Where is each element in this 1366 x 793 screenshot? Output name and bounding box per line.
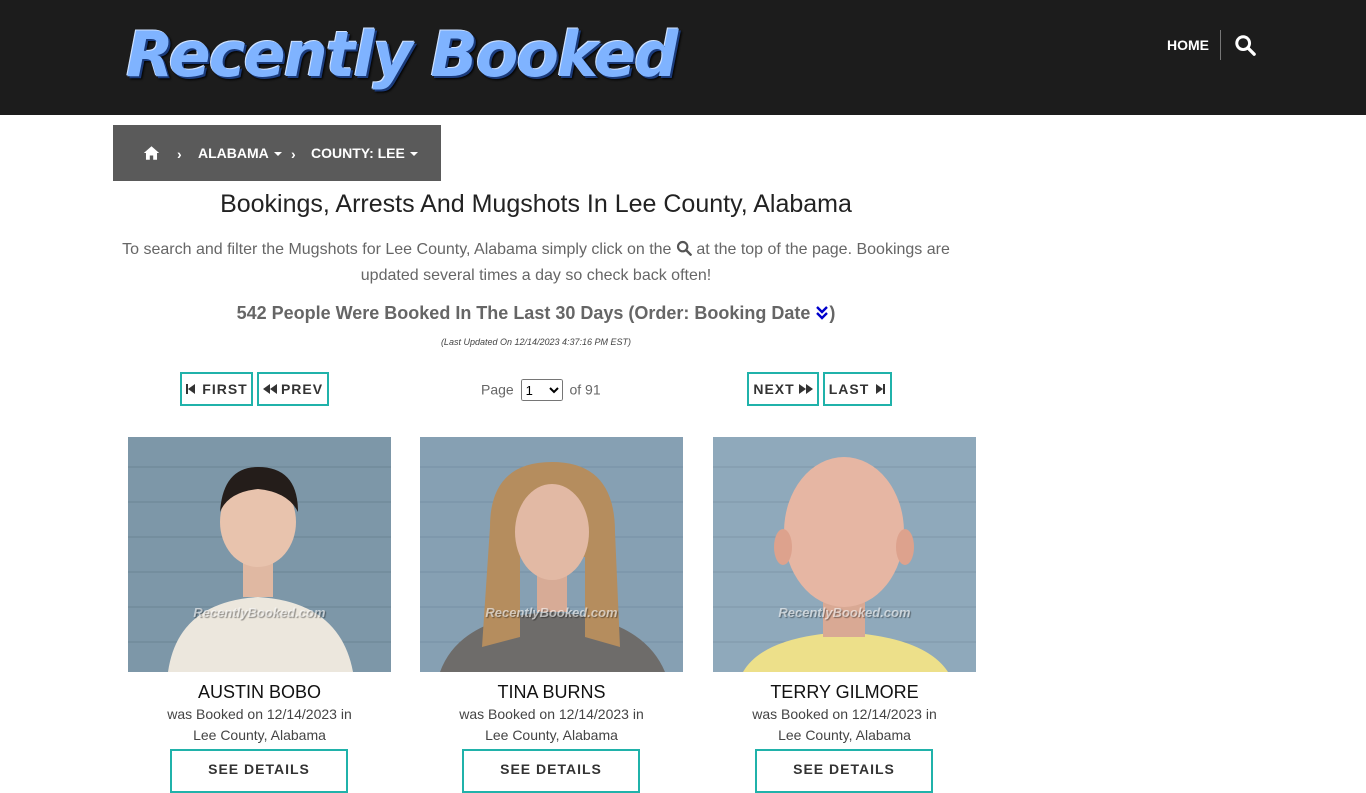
sort-descending-icon[interactable] (815, 305, 829, 321)
person-name[interactable]: TERRY GILMORE (713, 682, 976, 703)
prev-page-button[interactable]: PREV (257, 372, 329, 406)
mugshot-photo[interactable]: RecentlyBooked.com (420, 437, 683, 672)
last-label: LAST (828, 381, 870, 397)
mugshot-image (128, 437, 391, 672)
intro-text: To search and filter the Mugshots for Le… (113, 237, 959, 289)
booking-card[interactable]: RecentlyBooked.com TERRY GILMORE was Boo… (713, 437, 976, 793)
see-details-button[interactable]: SEE DETAILS (170, 749, 348, 793)
watermark: RecentlyBooked.com (778, 605, 911, 620)
fast-forward-icon (798, 384, 813, 394)
booked-location: Lee County, Alabama (485, 727, 618, 743)
booking-count-text: 542 People Were Booked In The Last 30 Da… (236, 303, 811, 323)
watermark: RecentlyBooked.com (485, 605, 618, 620)
nav-home-link[interactable]: HOME (1167, 37, 1209, 53)
caret-down-icon (409, 152, 418, 157)
mugshot-image (420, 437, 683, 672)
mugshot-image (713, 437, 976, 672)
last-page-icon (876, 384, 886, 394)
booking-count: 542 People Were Booked In The Last 30 Da… (113, 303, 959, 324)
site-logo[interactable]: Recently Booked (126, 18, 678, 91)
next-page-button[interactable]: NEXT (747, 372, 819, 406)
last-page-button[interactable]: LAST (823, 372, 892, 406)
see-details-button[interactable]: SEE DETAILS (462, 749, 640, 793)
caret-down-icon (273, 152, 282, 157)
page-label: Page (481, 381, 514, 398)
chevron-right-icon: › (177, 146, 182, 162)
mugshot-photo[interactable]: RecentlyBooked.com (128, 437, 391, 672)
nav-divider (1220, 30, 1221, 60)
booking-count-close: ) (829, 303, 836, 323)
booked-location: Lee County, Alabama (778, 727, 911, 743)
site-header: Recently Booked HOME (0, 0, 1366, 115)
page-title: Bookings, Arrests And Mugshots In Lee Co… (220, 190, 852, 218)
booked-line: was Booked on 12/14/2023 in (752, 706, 937, 722)
mugshot-photo[interactable]: RecentlyBooked.com (713, 437, 976, 672)
breadcrumb-county-label: COUNTY: LEE (311, 145, 405, 161)
breadcrumb: › ALABAMA › COUNTY: LEE (113, 125, 441, 181)
first-label: FIRST (202, 381, 248, 397)
last-updated: (Last Updated On 12/14/2023 4:37:16 PM E… (440, 337, 632, 347)
intro-part1: To search and filter the Mugshots for Le… (122, 241, 672, 258)
booking-card[interactable]: RecentlyBooked.com AUSTIN BOBO was Booke… (128, 437, 391, 793)
person-name[interactable]: AUSTIN BOBO (128, 682, 391, 703)
chevron-right-icon: › (291, 146, 296, 162)
page-total: of 91 (569, 381, 601, 398)
booked-line: was Booked on 12/14/2023 in (459, 706, 644, 722)
breadcrumb-state[interactable]: ALABAMA (198, 145, 282, 161)
prev-label: PREV (280, 381, 324, 397)
page-selector: Page 1 of 91 (481, 379, 601, 401)
booking-card[interactable]: RecentlyBooked.com TINA BURNS was Booked… (420, 437, 683, 793)
rewind-icon (262, 384, 277, 394)
search-icon[interactable] (1234, 34, 1256, 56)
see-details-button[interactable]: SEE DETAILS (755, 749, 933, 793)
search-icon (676, 240, 692, 256)
first-page-button[interactable]: FIRST (180, 372, 253, 406)
booked-line: was Booked on 12/14/2023 in (167, 706, 352, 722)
booked-location: Lee County, Alabama (193, 727, 326, 743)
first-page-icon (186, 384, 196, 394)
next-label: NEXT (753, 381, 795, 397)
breadcrumb-county[interactable]: COUNTY: LEE (311, 145, 418, 161)
person-name[interactable]: TINA BURNS (420, 682, 683, 703)
breadcrumb-state-label: ALABAMA (198, 145, 269, 161)
page-select[interactable]: 1 (520, 379, 563, 401)
home-icon[interactable] (143, 145, 160, 161)
watermark: RecentlyBooked.com (193, 605, 326, 620)
